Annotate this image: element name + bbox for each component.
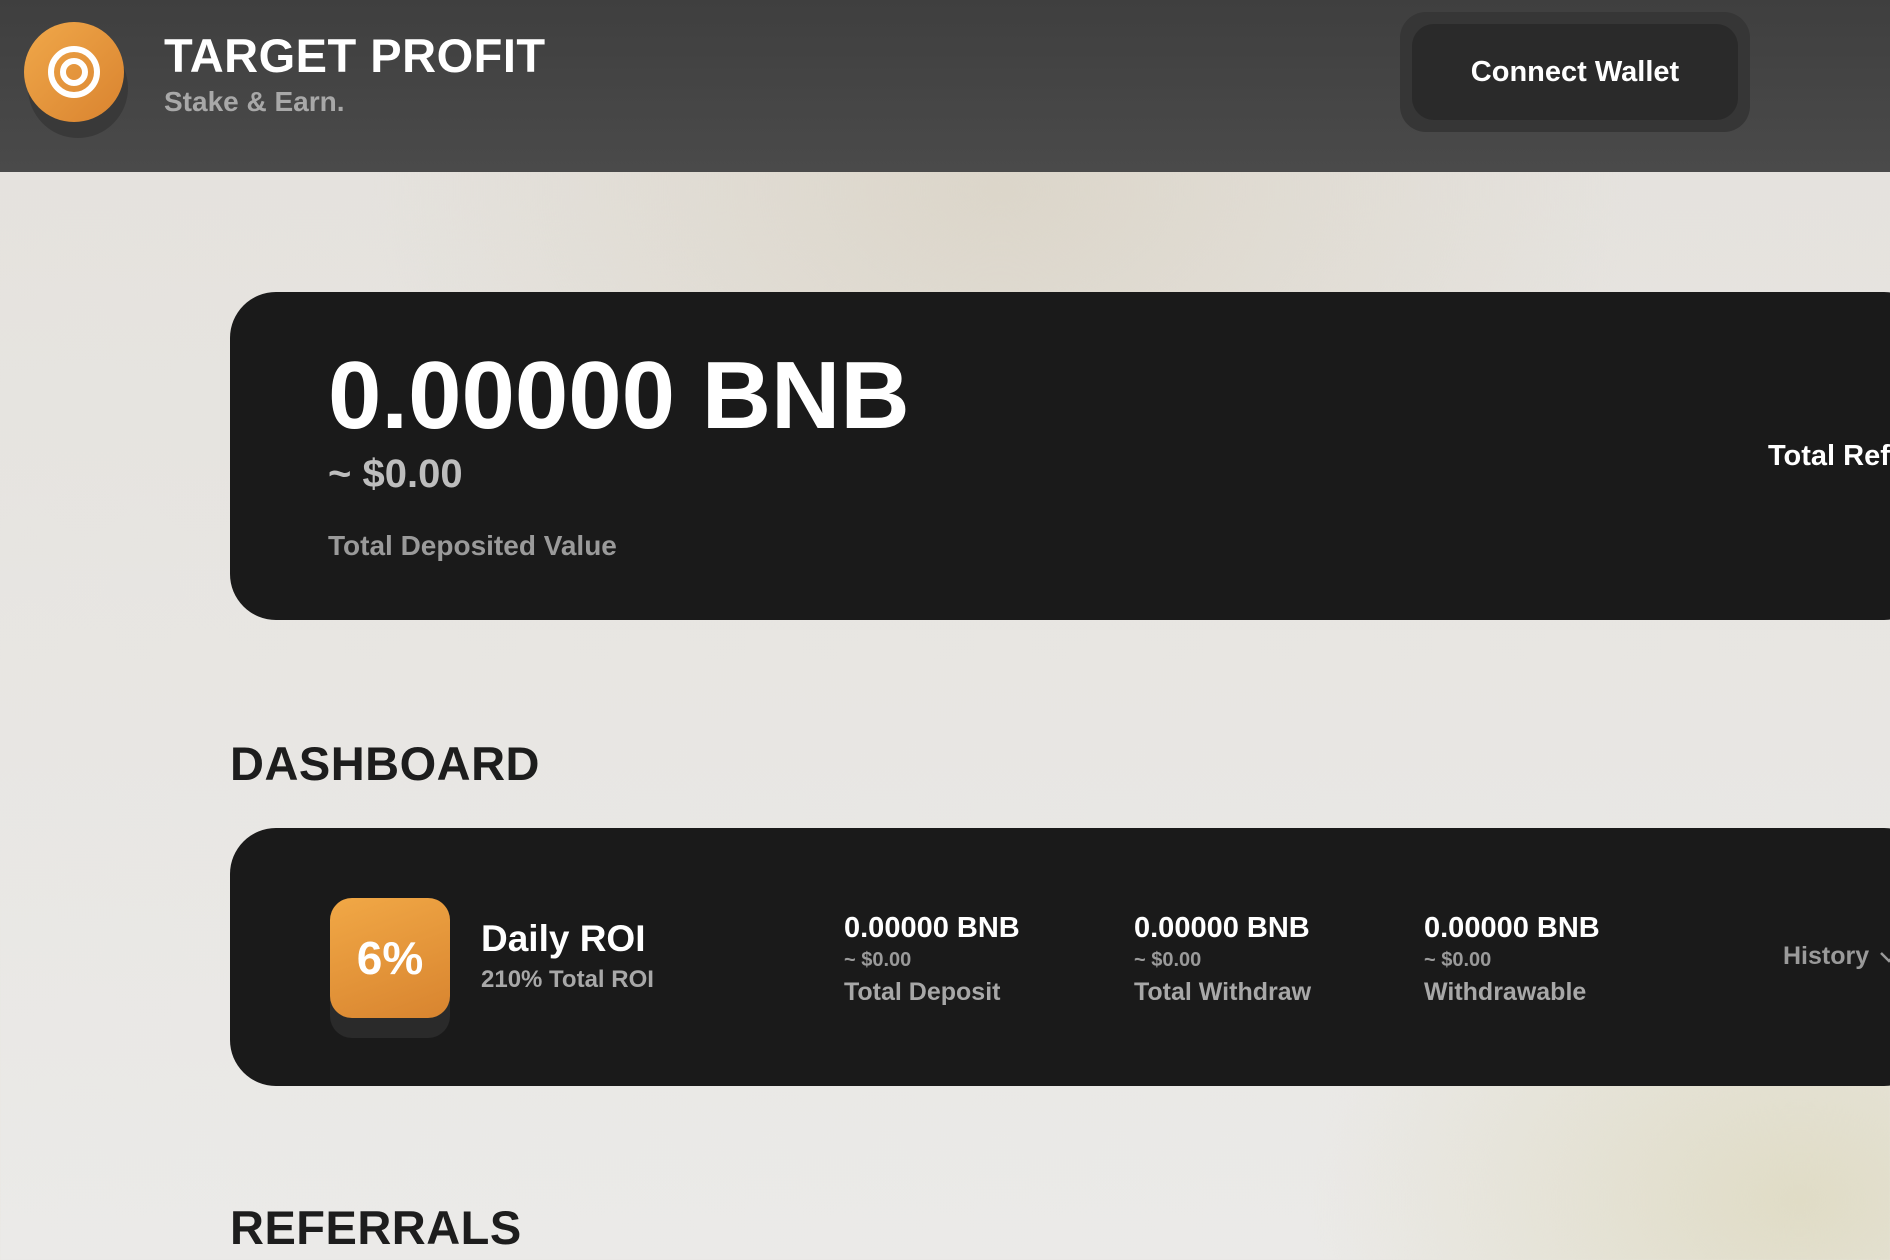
dashboard-card: [230, 828, 1890, 1086]
brand-subtitle: Stake & Earn.: [164, 86, 345, 117]
stat-bnb-value: 0.00000 BNB: [1134, 912, 1310, 944]
stat-label: Total Withdraw: [1134, 978, 1312, 1006]
app-header: TARGET PROFIT Stake & Earn. Connect Wall…: [0, 0, 1890, 172]
chevron-down-icon: [1880, 951, 1890, 963]
brand-logo[interactable]: [24, 22, 128, 138]
logo-badge: [24, 22, 124, 122]
referrals-heading: REFERRALS: [230, 1201, 522, 1254]
stat-usd-value: ~ $0.00: [1424, 949, 1492, 971]
stat-usd-value: ~ $0.00: [1134, 949, 1202, 971]
stat-total-deposit: 0.00000 BNB ~ $0.00 Total Deposit: [844, 912, 1020, 1007]
total-roi-subtitle: 210% Total ROI: [481, 966, 654, 993]
stat-bnb-value: 0.00000 BNB: [1424, 912, 1600, 944]
dashboard-heading: DASHBOARD: [230, 737, 540, 790]
total-deposited-bnb: 0.00000 BNB: [328, 342, 910, 449]
history-toggle[interactable]: History: [1783, 942, 1890, 971]
brand-title: TARGET PROFIT: [164, 29, 546, 82]
total-deposited-usd: ~ $0.00: [328, 452, 463, 496]
daily-roi-badge: 6%: [330, 898, 450, 1018]
total-deposited-label: Total Deposited Value: [328, 530, 617, 561]
history-label: History: [1783, 942, 1870, 970]
connect-wallet-button[interactable]: Connect Wallet: [1412, 24, 1738, 120]
stat-label: Withdrawable: [1424, 978, 1587, 1006]
daily-roi-title: Daily ROI: [481, 918, 646, 959]
stat-label: Total Deposit: [844, 978, 1001, 1006]
total-referral-label: Total Refe: [1768, 440, 1890, 472]
stat-withdrawable: 0.00000 BNB ~ $0.00 Withdrawable: [1424, 912, 1600, 1007]
stat-total-withdraw: 0.00000 BNB ~ $0.00 Total Withdraw: [1134, 912, 1311, 1007]
stat-bnb-value: 0.00000 BNB: [844, 912, 1020, 944]
stat-usd-value: ~ $0.00: [844, 949, 912, 971]
target-icon: [48, 46, 100, 98]
